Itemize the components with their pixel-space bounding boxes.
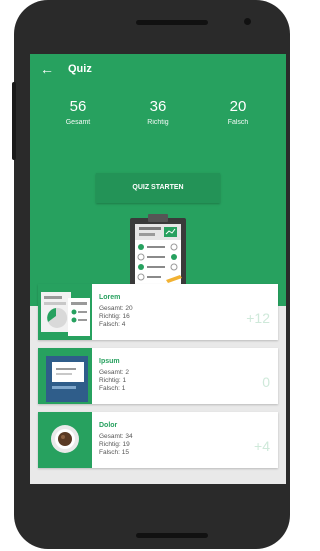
quiz-correct: Richtig: 1: [99, 377, 127, 384]
presentation-icon: [38, 348, 92, 404]
stat-wrong: 20 Falsch: [198, 98, 278, 126]
quiz-wrong: Falsch: 4: [99, 321, 126, 328]
back-arrow-icon[interactable]: ←: [40, 61, 54, 77]
stat-total-value: 56: [69, 98, 87, 115]
quiz-total: Gesamt: 34: [99, 433, 133, 440]
quiz-correct: Richtig: 19: [99, 441, 130, 448]
speaker-grill: [136, 20, 208, 25]
quiz-card-ipsum[interactable]: Ipsum Gesamt: 2 Richtig: 1 Falsch: 1 0: [38, 348, 278, 404]
quiz-wrong: Falsch: 15: [99, 449, 129, 456]
stat-wrong-value: 20: [229, 98, 247, 115]
quiz-total: Gesamt: 2: [99, 369, 129, 376]
quiz-score: +12: [246, 310, 270, 326]
stat-total: 56 Gesamt: [38, 98, 118, 126]
clipboard-icon: [130, 214, 186, 292]
quiz-title: Ipsum: [99, 358, 120, 365]
stat-correct-value: 36: [149, 98, 167, 115]
quiz-total: Gesamt: 20: [99, 305, 133, 312]
app-screen: ← Quiz 56 Gesamt 36 Richtig 20 Falsch QU…: [30, 54, 286, 484]
start-quiz-button[interactable]: QUIZ STARTEN: [96, 173, 220, 203]
quiz-correct: Richtig: 16: [99, 313, 130, 320]
quiz-title: Lorem: [99, 294, 121, 301]
quiz-thumbnail: [38, 348, 92, 404]
side-button: [12, 82, 16, 160]
quiz-wrong: Falsch: 1: [99, 385, 126, 392]
quiz-thumbnail: [38, 412, 92, 468]
quiz-card-dolor[interactable]: Dolor Gesamt: 34 Richtig: 19 Falsch: 15 …: [38, 412, 278, 468]
stat-wrong-label: Falsch: [227, 119, 249, 126]
coffee-cup-icon: [38, 412, 92, 468]
stat-correct-label: Richtig: [147, 119, 169, 126]
stats-header: 56 Gesamt 36 Richtig 20 Falsch QUIZ STAR…: [30, 84, 286, 306]
document-chart-icon: [38, 284, 92, 340]
quiz-card-lorem[interactable]: Lorem Gesamt: 20 Richtig: 16 Falsch: 4 +…: [38, 284, 278, 340]
stat-correct: 36 Richtig: [118, 98, 198, 126]
quiz-thumbnail: [38, 284, 92, 340]
quiz-score: +4: [254, 438, 270, 454]
app-bar: ← Quiz: [30, 54, 286, 84]
stat-total-label: Gesamt: [65, 119, 91, 126]
quiz-score: 0: [262, 374, 270, 390]
bottom-speaker-grill: [136, 533, 208, 538]
quiz-title: Dolor: [99, 422, 118, 429]
front-camera: [244, 18, 251, 25]
page-title: Quiz: [68, 63, 92, 75]
